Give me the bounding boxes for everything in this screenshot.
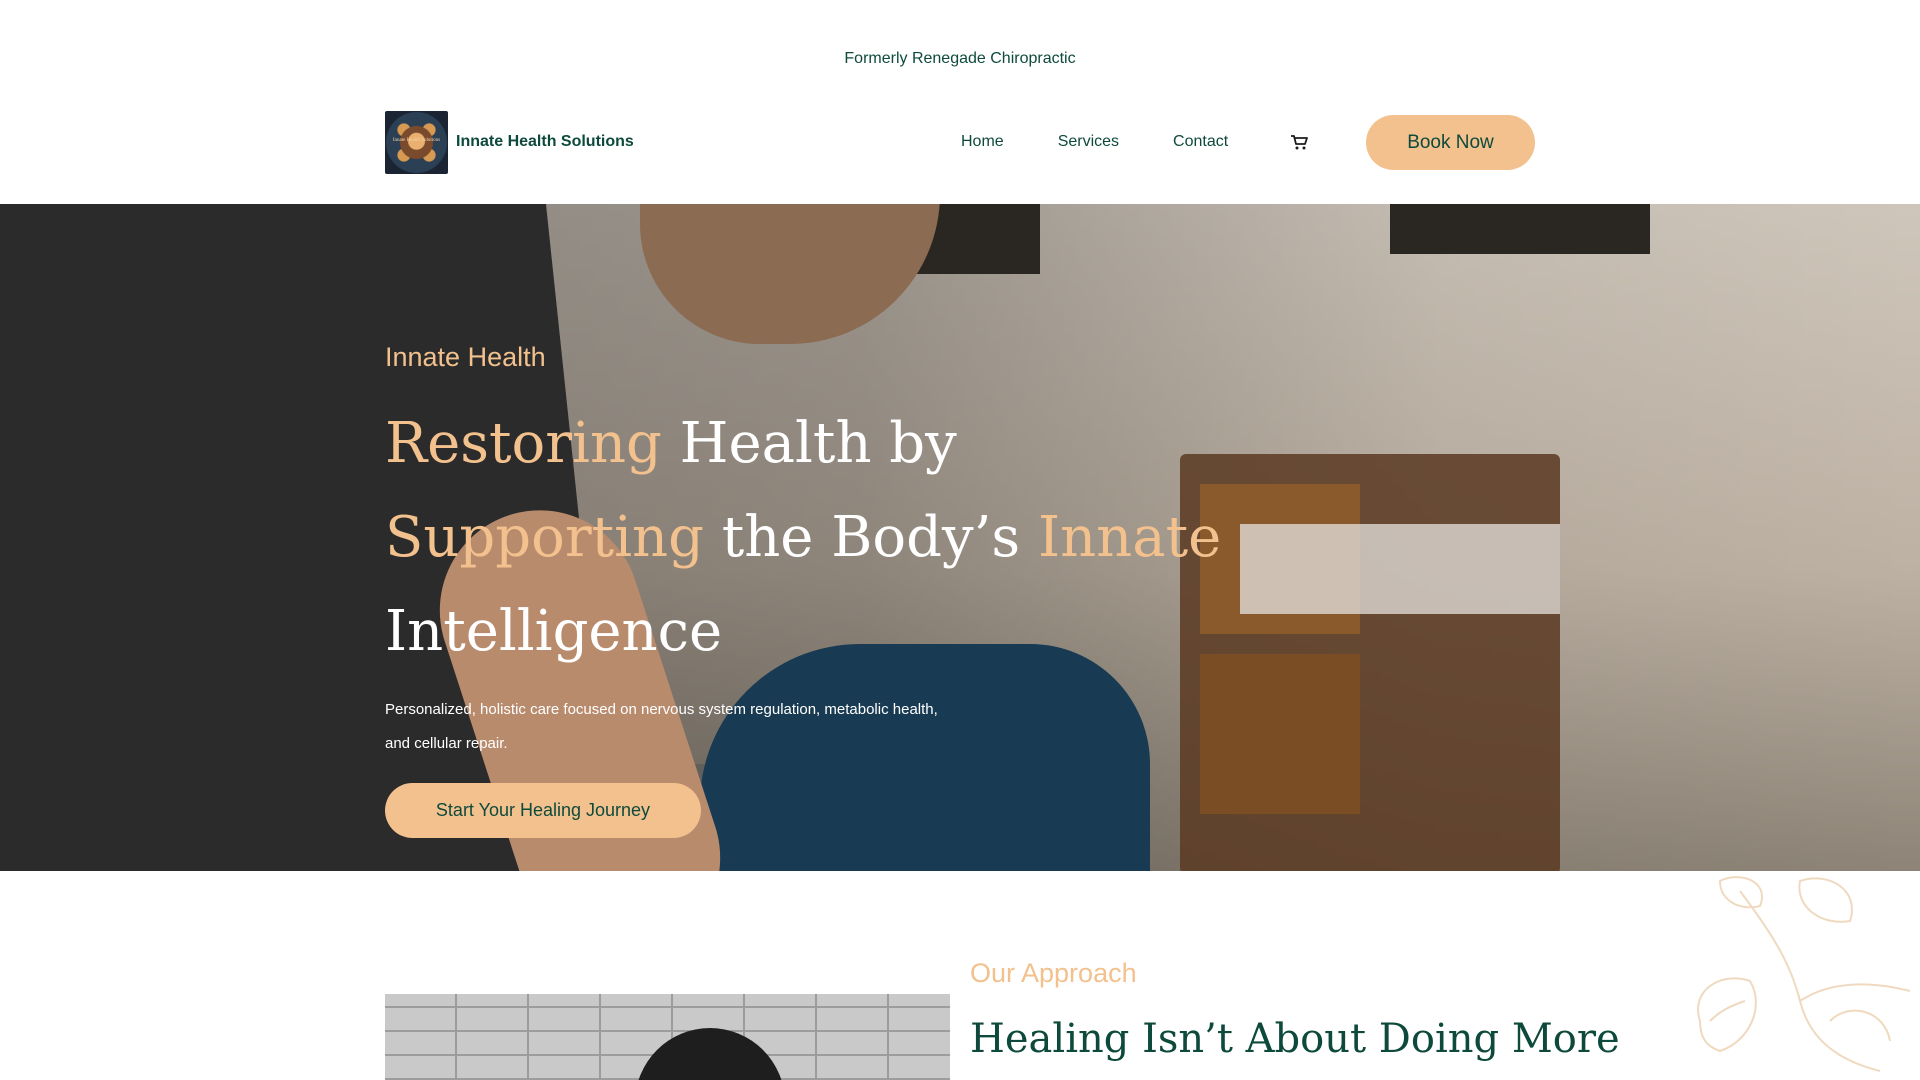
wall-frame	[1390, 204, 1650, 254]
headline-text: the Body’s	[703, 505, 1038, 570]
practitioner-head	[640, 204, 940, 344]
botanical-illustration	[1680, 871, 1920, 1080]
start-journey-button[interactable]: Start Your Healing Journey	[385, 783, 701, 838]
headline-accent: Innate	[1037, 505, 1222, 570]
logo-text: Innate Health Solutions	[392, 137, 441, 143]
formerly-note: Formerly Renegade Chiropractic	[844, 50, 1076, 67]
main-nav: Home Services Contact	[961, 110, 1282, 174]
headline-text: Intelligence	[385, 599, 723, 664]
site-header: Innate Health Solutions Innate Health So…	[385, 110, 1535, 174]
logo-image[interactable]: Innate Health Solutions	[385, 110, 448, 174]
hero-eyebrow: Innate Health	[385, 342, 546, 372]
binders	[1240, 524, 1560, 614]
practitioner-portrait	[385, 994, 950, 1080]
nav-contact[interactable]: Contact	[1173, 133, 1228, 151]
headline-accent: Supporting	[385, 505, 704, 570]
hero-section: Innate Health Restoring Health by Suppor…	[0, 204, 1920, 871]
headline-text: Health by	[661, 411, 957, 476]
approach-eyebrow: Our Approach	[970, 958, 1137, 988]
headline-accent: Restoring	[385, 411, 662, 476]
approach-title: Healing Isn’t About Doing More	[970, 1016, 1620, 1062]
hero-headline: Restoring Health by Supporting the Body’…	[385, 397, 1285, 679]
brand-name[interactable]: Innate Health Solutions	[456, 133, 634, 151]
nav-services[interactable]: Services	[1058, 133, 1119, 151]
nav-home[interactable]: Home	[961, 133, 1004, 151]
hero-subtext: Personalized, holistic care focused on n…	[385, 701, 938, 752]
hero-content: Innate Health Restoring Health by Suppor…	[385, 342, 1285, 838]
book-now-button[interactable]: Book Now	[1366, 115, 1535, 170]
shopping-cart-icon[interactable]	[1289, 132, 1309, 152]
